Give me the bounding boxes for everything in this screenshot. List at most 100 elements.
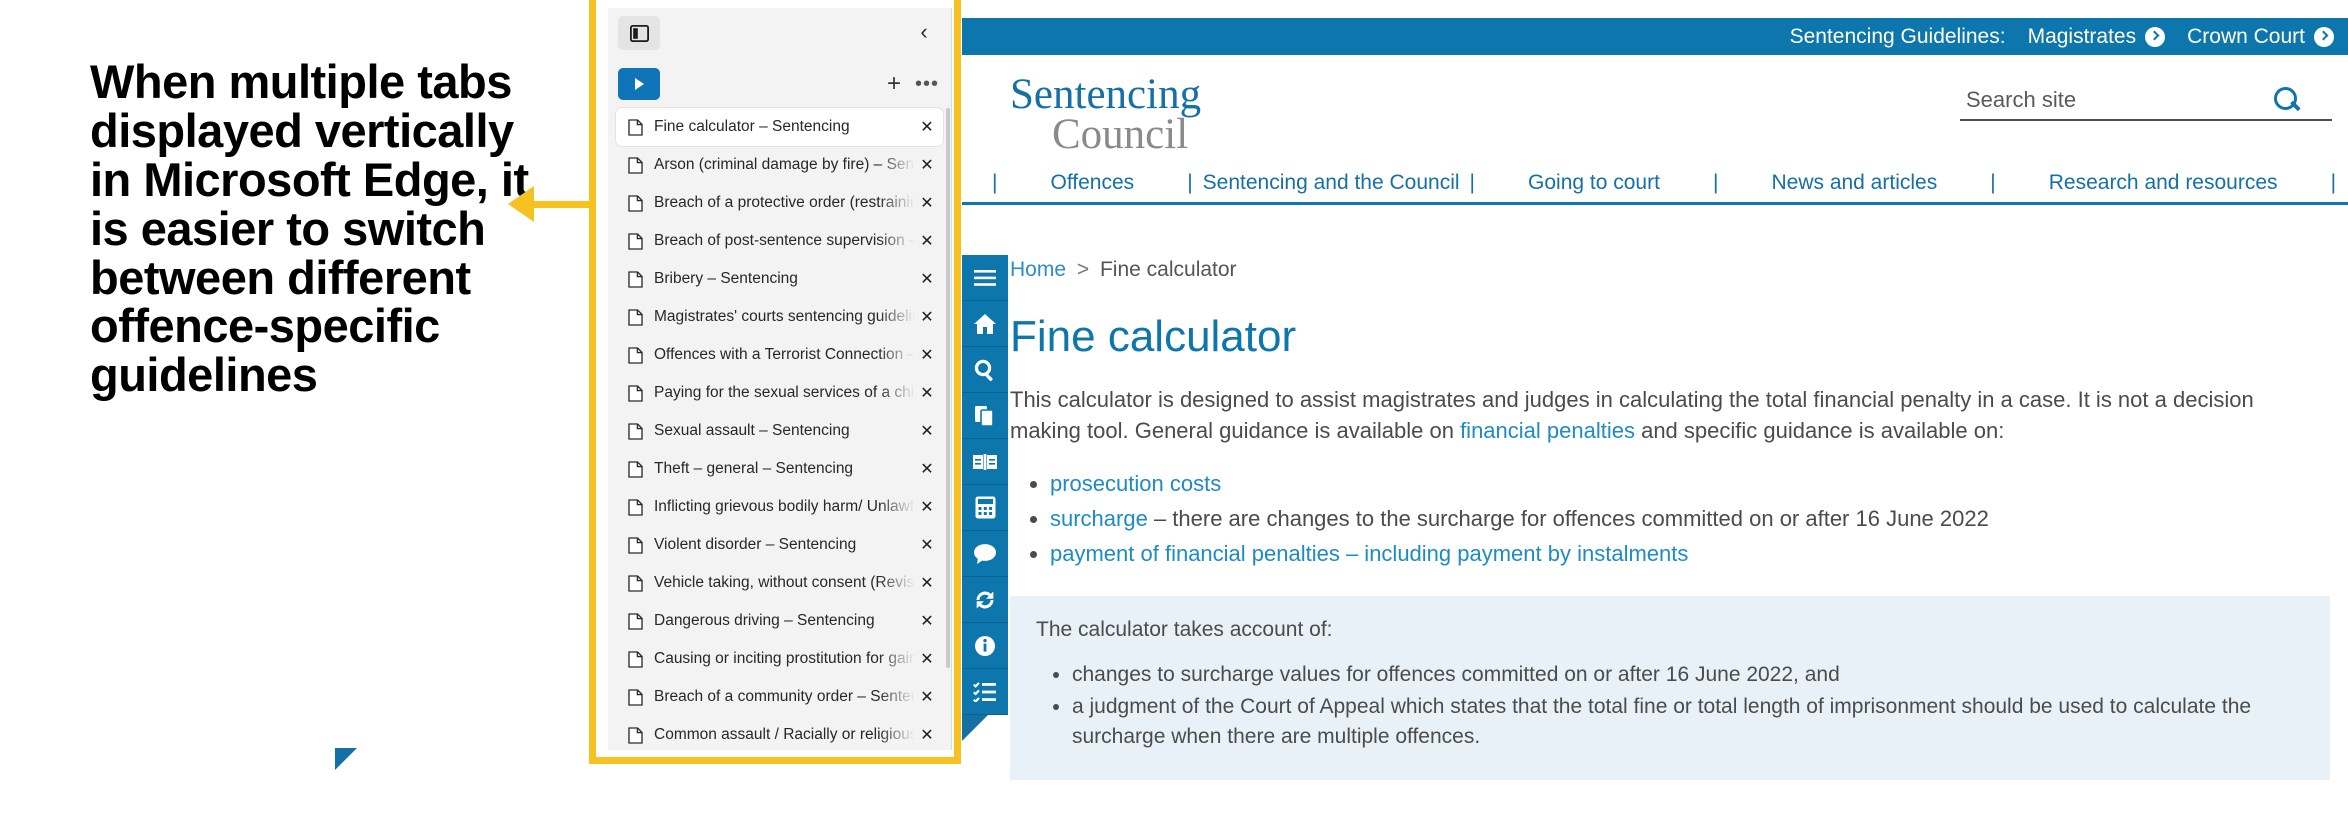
breadcrumb-home-link[interactable]: Home [1010,258,1066,281]
tab-row[interactable]: Arson (criminal damage by fire) – Senten… [616,146,943,184]
tab-close-icon[interactable]: ✕ [915,193,939,213]
tab-close-icon[interactable]: ✕ [915,459,939,479]
tab-page-icon [624,612,646,630]
tab-row[interactable]: Inflicting grievous bodily harm/ Unlawfu… [616,488,943,526]
tab-row[interactable]: Common assault / Racially or religiously… [616,716,943,754]
tab-row[interactable]: Fine calculator – Sentencing ✕ [616,108,943,146]
refresh-icon[interactable] [962,577,1008,623]
nav-separator: | [1469,170,1475,194]
tab-row[interactable]: Dangerous driving – Sentencing ✕ [616,602,943,640]
sentencing-council-logo[interactable]: Sentencing Council [1010,71,1202,158]
list-item: a judgment of the Court of Appeal which … [1072,692,2304,752]
logo-line-2: Council [1052,110,1189,158]
tab-close-icon[interactable]: ✕ [915,269,939,289]
home-icon[interactable] [962,301,1008,347]
nav-separator: | [992,170,998,194]
book-icon[interactable] [962,439,1008,485]
tab-title: Arson (criminal damage by fire) – Senten… [654,156,915,173]
topbar-label: Sentencing Guidelines: [1789,24,2006,48]
link-prosecution-costs[interactable]: prosecution costs [1050,471,1221,496]
topbar-link-crown-court[interactable]: Crown Court [2187,25,2334,49]
tab-row[interactable]: Violent disorder – Sentencing ✕ [616,526,943,564]
search-icon[interactable] [962,347,1008,393]
nav-item-going-to-court[interactable]: Going to court [1528,171,1660,195]
page-content: Home > Fine calculator Fine calculator T… [1010,258,2330,780]
breadcrumb: Home > Fine calculator [1010,258,2330,282]
tab-page-icon [624,194,646,212]
tab-close-icon[interactable]: ✕ [915,687,939,707]
tab-row[interactable]: Magistrates' courts sentencing guideline… [616,298,943,336]
search-input[interactable] [1960,87,2270,115]
hamburger-menu-icon[interactable] [962,255,1008,301]
tab-row[interactable]: Vehicle taking, without consent (Revised… [616,564,943,602]
tab-close-icon[interactable]: ✕ [915,535,939,555]
tab-page-icon [624,422,646,440]
nav-item-sentencing-and-the-council[interactable]: Sentencing and the Council [1203,171,1460,195]
tab-row[interactable]: Breach of a community order – Sentencing… [616,678,943,716]
topbar-link-magistrates[interactable]: Magistrates [2028,25,2166,49]
vertical-tabs-toggle-icon[interactable] [618,16,660,50]
tab-title: Breach of post-sentence supervision – Se… [654,232,915,249]
checklist-icon[interactable] [962,669,1008,715]
tab-row[interactable]: Breach of post-sentence supervision – Se… [616,222,943,260]
copy-pages-icon[interactable] [962,393,1008,439]
tab-title: Theft – general – Sentencing [654,460,854,477]
link-payment-of-financial-penalties[interactable]: payment of financial penalties – includi… [1050,541,1688,566]
search-icon[interactable] [2270,85,2304,115]
breadcrumb-separator: > [1076,258,1090,281]
info-icon[interactable] [962,623,1008,669]
plus-icon[interactable]: + [887,72,901,96]
logo-line-1: Sentencing [1010,71,1202,118]
intro-paragraph: This calculator is designed to assist ma… [1010,384,2310,446]
tab-close-icon[interactable]: ✕ [915,573,939,593]
tab-title: Magistrates' courts sentencing guideline… [654,308,915,325]
tab-row[interactable]: Paying for the sexual services of a chil… [616,374,943,412]
link-financial-penalties[interactable]: financial penalties [1460,418,1635,443]
tab-close-icon[interactable]: ✕ [915,649,939,669]
tab-row[interactable]: Breach of a protective order (restrainin… [616,184,943,222]
tab-close-icon[interactable]: ✕ [915,307,939,327]
tab-close-icon[interactable]: ✕ [915,497,939,517]
tab-close-icon[interactable]: ✕ [915,611,939,631]
tab-close-icon[interactable]: ✕ [915,345,939,365]
list-item: payment of financial penalties – includi… [1050,538,2330,570]
tab-row[interactable]: Bribery – Sentencing ✕ [616,260,943,298]
tab-close-icon[interactable]: ✕ [915,155,939,175]
nav-item-research-and-resources[interactable]: Research and resources [2049,171,2278,195]
tab-row[interactable]: Offences with a Terrorist Connection – S… [616,336,943,374]
tab-close-icon[interactable]: ✕ [915,421,939,441]
breadcrumb-current: Fine calculator [1099,258,1237,281]
calculator-icon[interactable] [962,485,1008,531]
tab-row[interactable]: Sexual assault – Sentencing ✕ [616,412,943,450]
chevron-left-icon[interactable]: ‹ [907,16,941,48]
annotation-arrow-head [508,186,534,222]
edge-vertical-tab-panel: ‹ + ••• Fine calculator – Sentencing ✕ Ars… [608,8,952,750]
tab-list-scrollbar[interactable] [946,108,950,668]
tab-page-icon [624,346,646,364]
tab-page-icon [624,536,646,554]
tab-row[interactable]: Theft – general – Sentencing ✕ [616,450,943,488]
nav-item-news-and-articles[interactable]: News and articles [1771,171,1937,195]
tab-page-icon [624,232,646,250]
tab-panel-header: ‹ [608,8,951,62]
tab-close-icon[interactable]: ✕ [915,725,939,745]
tab-close-icon[interactable]: ✕ [915,231,939,251]
tab-title: Breach of a protective order (restrainin… [654,194,915,211]
tab-page-icon [624,270,646,288]
tab-close-icon[interactable]: ✕ [915,383,939,403]
tab-list: Fine calculator – Sentencing ✕ Arson (crim… [608,108,951,754]
profile-play-icon[interactable] [618,68,660,100]
nav-separator: | [1990,170,1996,194]
tab-page-icon [624,688,646,706]
tab-page-icon [624,726,646,744]
site-search[interactable] [1960,85,2332,121]
ellipsis-icon[interactable]: ••• [915,74,939,94]
nav-item-offences[interactable]: Offences [1051,171,1135,195]
website-screenshot-region: Sentencing Guidelines: Magistrates Crown… [0,0,2348,818]
link-surcharge[interactable]: surcharge [1050,506,1148,531]
topbar-link-magistrates-label: Magistrates [2027,24,2137,48]
chat-bubble-icon[interactable] [962,531,1008,577]
tab-close-icon[interactable]: ✕ [915,117,939,137]
tab-row[interactable]: Causing or inciting prostitution for gai… [616,640,943,678]
site-icon-rail [962,255,1008,715]
